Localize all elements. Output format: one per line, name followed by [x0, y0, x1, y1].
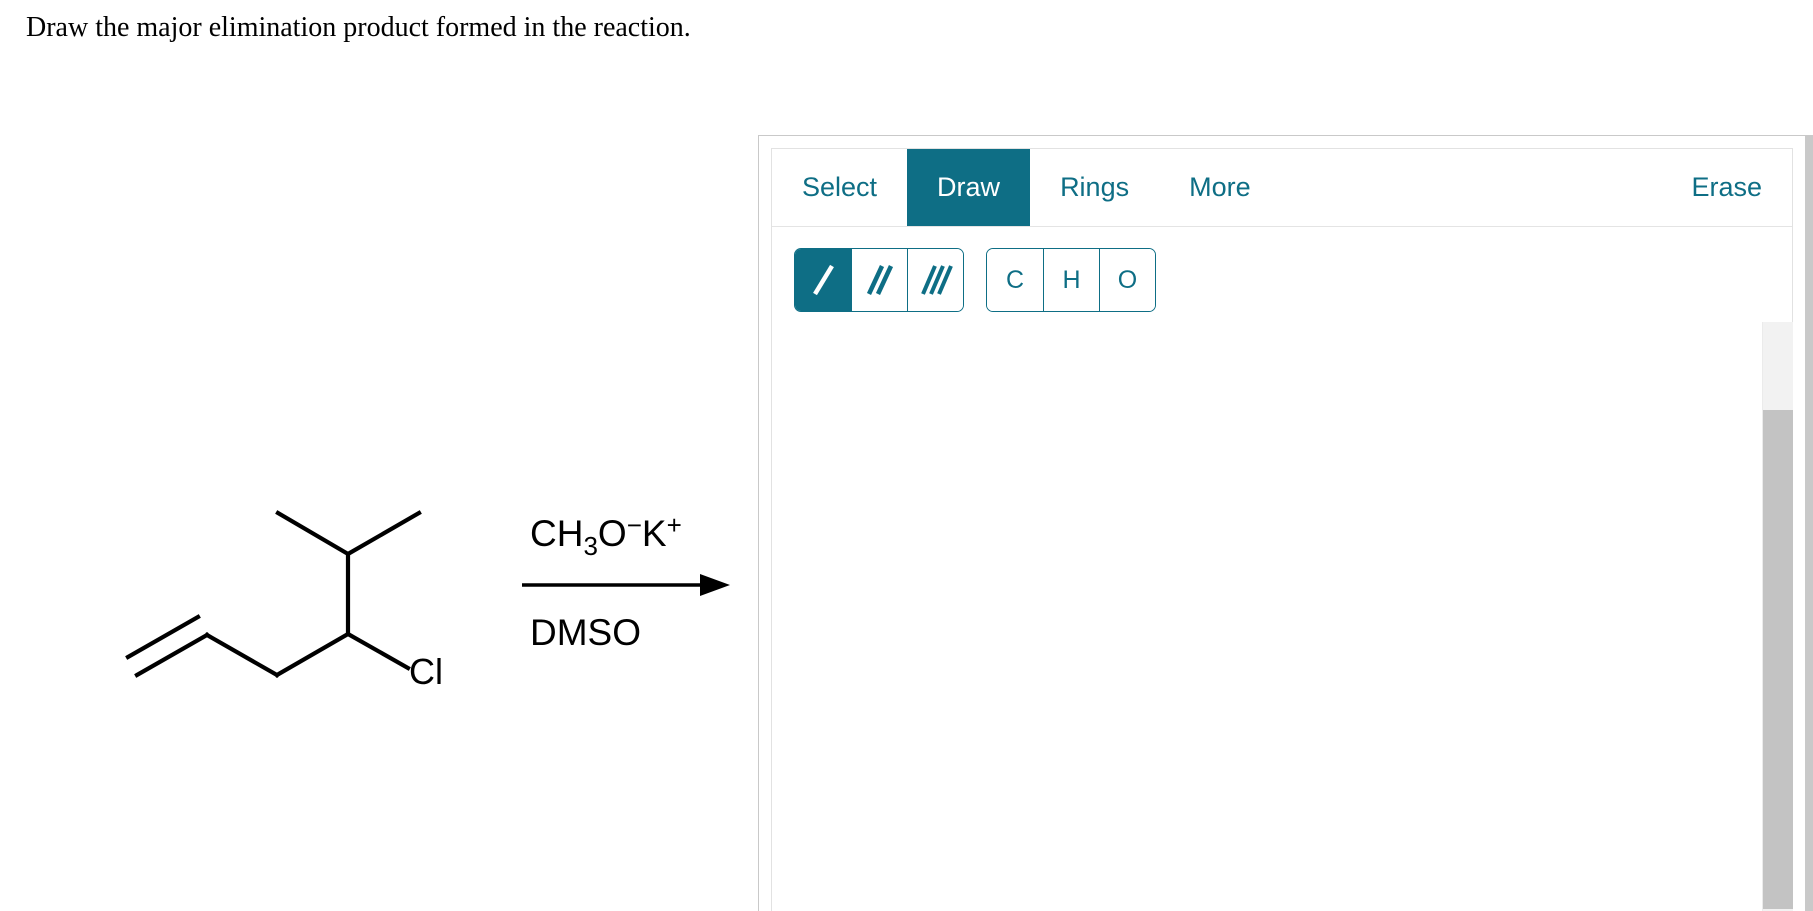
double-bond-tool[interactable]: [851, 249, 907, 311]
tab-rings-label: Rings: [1060, 172, 1130, 202]
tab-rings[interactable]: Rings: [1030, 149, 1159, 226]
atom-tool-hydrogen-label: H: [1062, 265, 1081, 294]
canvas-vertical-scrollbar[interactable]: [1762, 322, 1793, 911]
reactant-structure: [125, 510, 422, 678]
triple-bond-tool[interactable]: [907, 249, 963, 311]
tab-more-label: More: [1189, 172, 1251, 202]
reaction-arrow-icon: [522, 574, 730, 596]
atom-tool-hydrogen[interactable]: H: [1043, 249, 1099, 311]
canvas-scroll-thumb[interactable]: [1763, 410, 1793, 909]
erase-button[interactable]: Erase: [1661, 149, 1792, 226]
panel-right-edge: [1806, 135, 1813, 911]
triple-bond-icon: [919, 260, 953, 300]
bond-tool-group: [794, 248, 964, 312]
page-title: Draw the major elimination product forme…: [26, 12, 691, 43]
single-bond-icon: [806, 260, 840, 300]
single-bond-tool[interactable]: [795, 249, 851, 311]
atom-label-cl: Cl: [409, 651, 443, 692]
tab-select[interactable]: Select: [772, 149, 907, 226]
atom-tool-oxygen-label: O: [1117, 265, 1138, 294]
tab-more[interactable]: More: [1159, 149, 1281, 226]
double-bond-icon: [863, 260, 897, 300]
atom-tool-carbon[interactable]: C: [987, 249, 1043, 311]
tab-draw[interactable]: Draw: [907, 149, 1031, 226]
editor-inner: Select Draw Rings More Erase C H O: [771, 148, 1793, 911]
erase-button-label: Erase: [1691, 172, 1762, 202]
molecule-editor-panel: Select Draw Rings More Erase C H O: [758, 135, 1806, 911]
atom-tool-carbon-label: C: [1005, 265, 1025, 294]
editor-tab-strip: Select Draw Rings More Erase: [772, 149, 1792, 227]
editor-toolbar-card: Select Draw Rings More Erase C H O: [771, 148, 1793, 332]
atom-tool-group: C H O: [986, 248, 1156, 312]
editor-tool-row: C H O: [772, 227, 1792, 333]
reaction-scheme: Cl CH3O−K+ DMSO: [0, 420, 745, 840]
molecule-drawing-canvas[interactable]: [771, 332, 1793, 911]
tab-draw-label: Draw: [937, 172, 1001, 202]
atom-tool-oxygen[interactable]: O: [1099, 249, 1155, 311]
reagent-label: CH3O−K+: [530, 510, 682, 561]
tab-select-label: Select: [802, 172, 878, 202]
solvent-label: DMSO: [530, 612, 641, 653]
tab-strip-spacer: [1281, 149, 1662, 226]
